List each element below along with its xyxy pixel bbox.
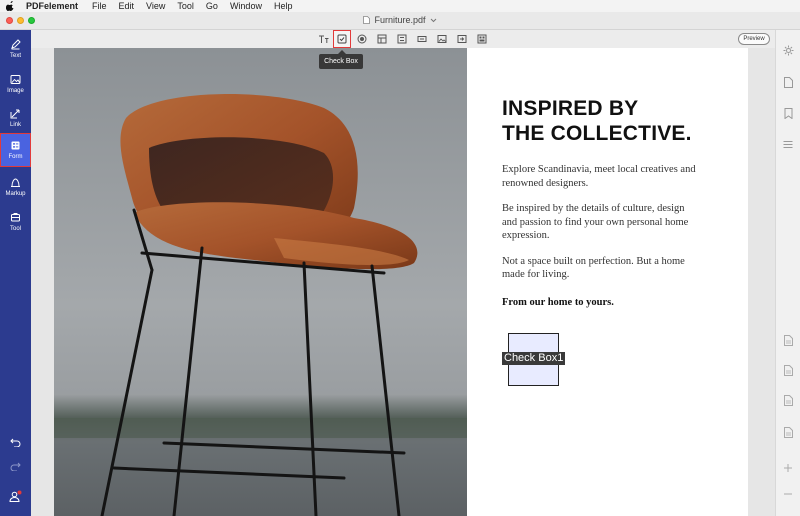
chair-photo — [54, 48, 467, 516]
redo-button[interactable] — [0, 462, 31, 471]
paragraph-space: Not a space built on perfection. But a h… — [502, 255, 685, 281]
headline-line-2: THE COLLECTIVE. — [502, 122, 692, 145]
document-title: Furniture.pdf — [374, 15, 426, 25]
right-panel — [775, 30, 800, 516]
text-edit-icon — [11, 39, 21, 50]
menu-tool[interactable]: Tool — [177, 1, 194, 11]
signature-field-icon — [457, 35, 467, 43]
paragraph-explore: Explore Scandinavia, meet local creative… — [502, 164, 696, 189]
menu-file[interactable]: File — [92, 1, 107, 11]
form-toolbar: Preview — [31, 30, 775, 48]
headline-line-1: INSPIRED BY — [502, 97, 639, 120]
minus-icon — [784, 493, 792, 495]
pdf-file-icon — [363, 16, 371, 24]
apple-icon[interactable] — [6, 1, 16, 11]
menu-help[interactable]: Help — [274, 1, 293, 11]
list-box-icon — [397, 34, 407, 44]
sidebar-tool-label: Image — [7, 88, 24, 94]
image-icon — [10, 75, 21, 84]
account-button[interactable] — [0, 490, 31, 503]
properties-button[interactable] — [782, 44, 794, 56]
article-text: INSPIRED BY THE COLLECTIVE. Explore Scan… — [502, 96, 742, 309]
preview-button[interactable]: Preview — [738, 33, 770, 45]
form-icon — [11, 141, 20, 150]
page-thumbnail-icon — [783, 76, 793, 88]
undo-button[interactable] — [0, 438, 31, 447]
left-tool-sidebar: Text Image Link Form Markup Tool — [0, 30, 31, 516]
app-name-menu[interactable]: PDFelement — [26, 1, 78, 11]
paragraph-home: From our home to yours. — [502, 296, 614, 308]
page-tool-2-button[interactable] — [782, 364, 794, 376]
image-field-icon — [437, 35, 447, 43]
menu-go[interactable]: Go — [206, 1, 218, 11]
checkbox-icon — [337, 34, 347, 44]
bookmark-icon — [784, 107, 792, 119]
link-icon — [10, 109, 20, 119]
sidebar-tool-label: Form — [8, 154, 23, 160]
settings-icon — [783, 45, 793, 55]
comments-button[interactable] — [782, 138, 794, 150]
plus-icon — [784, 464, 792, 472]
list-icon — [783, 140, 793, 148]
user-account-icon — [9, 490, 22, 502]
redo-icon — [10, 462, 21, 471]
sidebar-tool-markup[interactable]: Markup — [0, 170, 31, 204]
page-tool-1-button[interactable] — [782, 334, 794, 346]
text-field-button[interactable] — [317, 33, 329, 45]
text-field-icon — [318, 35, 328, 43]
menu-window[interactable]: Window — [230, 1, 262, 11]
sidebar-tool-image[interactable]: Image — [0, 67, 31, 101]
markup-icon — [11, 178, 20, 187]
chair-illustration — [54, 48, 467, 516]
document-canvas[interactable]: INSPIRED BY THE COLLECTIVE. Explore Scan… — [31, 48, 775, 516]
zoom-out-button[interactable] — [782, 488, 794, 500]
combo-box-button[interactable] — [376, 33, 388, 45]
check-box-button[interactable] — [333, 30, 351, 48]
signature-field-button[interactable] — [456, 33, 468, 45]
document-icon — [783, 394, 793, 406]
sidebar-tool-label: Tool — [9, 226, 21, 232]
button-field-icon — [417, 36, 427, 42]
checkbox-field-name[interactable]: Check Box1 — [502, 352, 566, 365]
sidebar-tool-label: Text — [9, 53, 21, 59]
undo-icon — [10, 438, 21, 447]
button-field-tool[interactable] — [416, 33, 428, 45]
radio-icon — [357, 34, 367, 44]
document-icon — [783, 426, 793, 438]
sidebar-tool-link[interactable]: Link — [0, 101, 31, 135]
sidebar-tool-text[interactable]: Text — [0, 32, 31, 66]
page-tool-4-button[interactable] — [782, 426, 794, 438]
pdf-page: INSPIRED BY THE COLLECTIVE. Explore Scan… — [54, 48, 748, 516]
list-box-button[interactable] — [396, 33, 408, 45]
radio-button-tool[interactable] — [356, 33, 368, 45]
menu-edit[interactable]: Edit — [119, 1, 135, 11]
zoom-in-button[interactable] — [782, 462, 794, 474]
document-icon — [783, 334, 793, 346]
check-box-tooltip: Check Box — [319, 50, 363, 69]
chevron-down-icon — [430, 18, 436, 22]
title-bar: Furniture.pdf — [0, 12, 800, 30]
sidebar-tool-form[interactable]: Form — [0, 133, 31, 167]
align-fields-icon — [477, 34, 487, 44]
sidebar-tool-tool[interactable]: Tool — [0, 205, 31, 239]
menu-bar: PDFelement File Edit View Tool Go Window… — [0, 0, 800, 12]
sidebar-tool-label: Markup — [5, 191, 26, 197]
page-tool-3-button[interactable] — [782, 394, 794, 406]
thumbnail-button[interactable] — [782, 76, 794, 88]
align-fields-button[interactable] — [476, 33, 488, 45]
bookmark-button[interactable] — [782, 107, 794, 119]
menu-view[interactable]: View — [146, 1, 165, 11]
document-icon — [783, 364, 793, 376]
window-title[interactable]: Furniture.pdf — [0, 15, 800, 25]
paragraph-inspired: Be inspired by the details of culture, d… — [502, 203, 689, 241]
sidebar-tool-label: Link — [9, 122, 21, 128]
image-field-button[interactable] — [436, 33, 448, 45]
combo-box-icon — [377, 34, 387, 44]
tool-icon — [11, 213, 20, 222]
